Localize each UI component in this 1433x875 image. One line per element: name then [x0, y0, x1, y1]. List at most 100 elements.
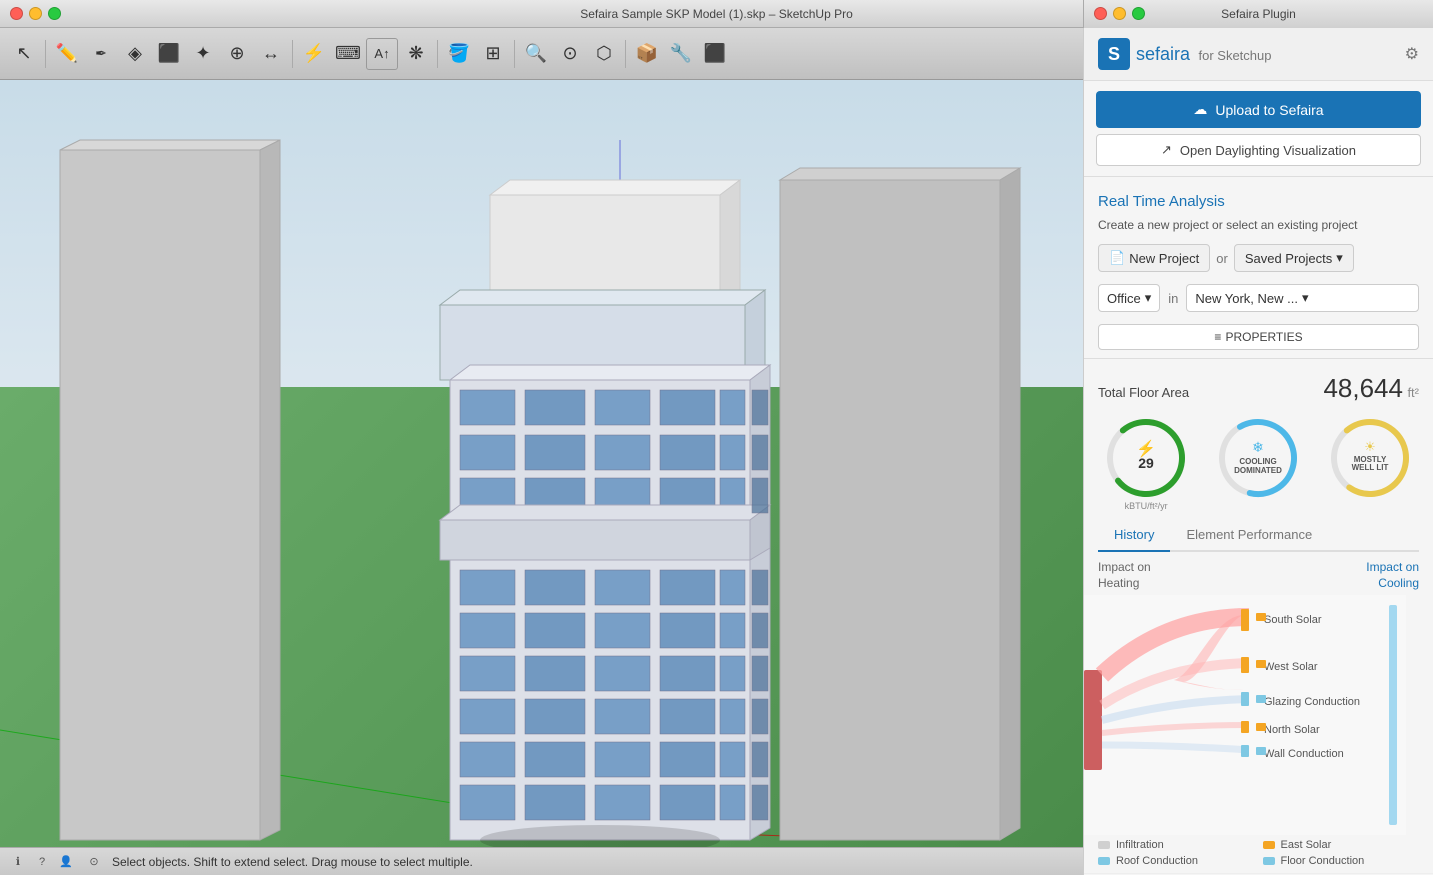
cooling-gauge: ❄ COOLING DOMINATED	[1216, 416, 1301, 511]
separator-3	[437, 40, 438, 68]
toolbar: ↖ ✏️ ✒ ◈ ⬛ ✦ ⊕ ↔ ⚡ ⌨ A↑ ❋ 🪣 ⊞ 🔍 ⊙ ⬡ 📦 🔧 …	[0, 28, 1083, 80]
impact-cooling-label: Impact onCooling	[1366, 560, 1419, 591]
viewport[interactable]	[0, 80, 1083, 847]
svg-text:29: 29	[1138, 455, 1154, 471]
svg-text:Wall Conduction: Wall Conduction	[1264, 748, 1344, 760]
svg-text:West Solar: West Solar	[1264, 661, 1318, 673]
settings-button[interactable]: ⚙	[1405, 44, 1419, 64]
orbit-tool[interactable]: ⊞	[477, 38, 509, 70]
plugin-minimize-btn[interactable]	[1113, 7, 1126, 20]
select-tool[interactable]: ↖	[8, 38, 40, 70]
svg-text:South Solar: South Solar	[1264, 614, 1322, 626]
daylight-label: Open Daylighting Visualization	[1180, 143, 1356, 158]
location-value: New York, New ...	[1195, 291, 1298, 306]
pencil-tool[interactable]: ✏️	[51, 38, 83, 70]
building-type-value: Office	[1107, 291, 1141, 306]
daylight-button[interactable]: ↗ Open Daylighting Visualization	[1096, 134, 1421, 166]
line-tool[interactable]: ✒	[85, 38, 117, 70]
svg-text:☀: ☀	[1364, 439, 1376, 454]
saved-projects-button[interactable]: Saved Projects ▾	[1234, 244, 1354, 272]
upload-button[interactable]: ☁ Upload to Sefaira	[1096, 91, 1421, 128]
location-select[interactable]: New York, New ... ▾	[1186, 284, 1419, 312]
floor-area-unit: ft²	[1407, 385, 1419, 400]
building-type-select[interactable]: Office ▾	[1098, 284, 1160, 312]
separator-2	[292, 40, 293, 68]
title-bar: Sefaira Sample SKP Model (1).skp – Sketc…	[0, 0, 1433, 28]
component-tool[interactable]: 📦	[631, 38, 663, 70]
status-message: Select objects. Shift to extend select. …	[112, 855, 473, 869]
floor-conduction-label: Floor Conduction	[1281, 855, 1365, 867]
paint-tool[interactable]: 🪣	[443, 38, 475, 70]
plugin-maximize-btn[interactable]	[1132, 7, 1145, 20]
zoom-window-tool[interactable]: ⊙	[554, 38, 586, 70]
energy-gauge: ⚡ 29 kBTU/ft²/yr	[1104, 416, 1189, 511]
minimize-btn[interactable]	[29, 7, 42, 20]
cursor-icon: ⊙	[84, 852, 104, 872]
text-tool[interactable]: A↑	[366, 38, 398, 70]
push-pull-tool[interactable]: ⬛	[153, 38, 185, 70]
logo-icon: S	[1098, 38, 1130, 70]
window-title: Sefaira Sample SKP Model (1).skp – Sketc…	[580, 7, 853, 21]
chevron-down-icon-3: ▾	[1302, 290, 1309, 306]
floor-area-value: 48,644	[1323, 373, 1403, 403]
new-project-button[interactable]: 📄 New Project	[1098, 244, 1210, 272]
status-bar: ℹ ? 👤 ⊙ Select objects. Shift to extend …	[0, 847, 1083, 875]
svg-text:North Solar: North Solar	[1264, 724, 1320, 736]
menu-icon: ≡	[1214, 330, 1221, 344]
or-text: or	[1216, 251, 1228, 266]
close-btn[interactable]	[10, 7, 23, 20]
rotate-tool[interactable]: ⊕	[221, 38, 253, 70]
sefaira-logo: S sefaira for Sketchup	[1098, 38, 1271, 70]
create-project-text: Create a new project or select an existi…	[1084, 214, 1433, 240]
energy-gauge-svg: ⚡ 29	[1104, 416, 1189, 501]
tab-element-performance[interactable]: Element Performance	[1170, 519, 1328, 552]
plugin-title-bar: Sefaira Plugin	[1083, 0, 1433, 28]
logo-sub: for Sketchup	[1198, 48, 1271, 63]
svg-text:❄: ❄	[1252, 439, 1264, 455]
tape-tool[interactable]: ⌨	[332, 38, 364, 70]
info-icon: ℹ	[8, 852, 28, 872]
material-tool[interactable]: 🔧	[665, 38, 697, 70]
impact-header: Impact onHeating Impact onCooling	[1098, 560, 1419, 591]
sefaira-panel: S sefaira for Sketchup ⚙ ☁ Upload to Sef…	[1083, 28, 1433, 875]
zoom-extents-tool[interactable]: ⬡	[588, 38, 620, 70]
east-solar-color	[1263, 841, 1275, 849]
properties-button[interactable]: ≡ PROPERTIES	[1098, 324, 1419, 350]
window-controls	[10, 7, 61, 20]
offset-tool[interactable]: ⚡	[298, 38, 330, 70]
new-project-label: New Project	[1129, 251, 1199, 266]
daylight-gauge-svg: ☀ MOSTLY WELL LIT	[1328, 416, 1413, 501]
impact-heating-label: Impact onHeating	[1098, 560, 1151, 591]
separator-1	[45, 40, 46, 68]
separator-4	[514, 40, 515, 68]
legend-east-solar: East Solar	[1263, 839, 1420, 851]
viewport-background	[0, 80, 1083, 847]
saved-projects-label: Saved Projects	[1245, 251, 1332, 266]
svg-text:Glazing Conduction: Glazing Conduction	[1264, 696, 1360, 708]
properties-row: ≡ PROPERTIES	[1084, 320, 1433, 358]
real-time-title: Real Time Analysis	[1084, 185, 1433, 214]
infiltration-color	[1098, 841, 1110, 849]
tabs-row: History Element Performance	[1098, 519, 1419, 552]
scale-tool[interactable]: ↔	[255, 38, 287, 70]
document-icon: 📄	[1109, 250, 1125, 266]
zoom-tool[interactable]: 🔍	[520, 38, 552, 70]
legend-roof-conduction: Roof Conduction	[1098, 855, 1255, 867]
project-row: 📄 New Project or Saved Projects ▾	[1084, 240, 1433, 280]
plugin-close-btn[interactable]	[1094, 7, 1107, 20]
axes-tool[interactable]: ❋	[400, 38, 432, 70]
gauges-row: ⚡ 29 kBTU/ft²/yr ❄ COOLING DOMINATED	[1084, 410, 1433, 519]
floor-area-row: Total Floor Area 48,644 ft²	[1084, 367, 1433, 410]
external-link-icon: ↗	[1161, 142, 1172, 158]
floor-area-value-group: 48,644 ft²	[1323, 373, 1419, 404]
east-solar-label: East Solar	[1281, 839, 1332, 851]
svg-text:COOLING: COOLING	[1239, 457, 1276, 466]
legend: Infiltration East Solar Roof Conduction …	[1084, 839, 1433, 873]
group-tool[interactable]: ⬛	[699, 38, 731, 70]
panel-body: ☁ Upload to Sefaira ↗ Open Daylighting V…	[1084, 81, 1433, 875]
tab-history[interactable]: History	[1098, 519, 1170, 552]
maximize-btn[interactable]	[48, 7, 61, 20]
shape-tool[interactable]: ◈	[119, 38, 151, 70]
move-tool[interactable]: ✦	[187, 38, 219, 70]
chevron-down-icon: ▾	[1336, 250, 1343, 266]
